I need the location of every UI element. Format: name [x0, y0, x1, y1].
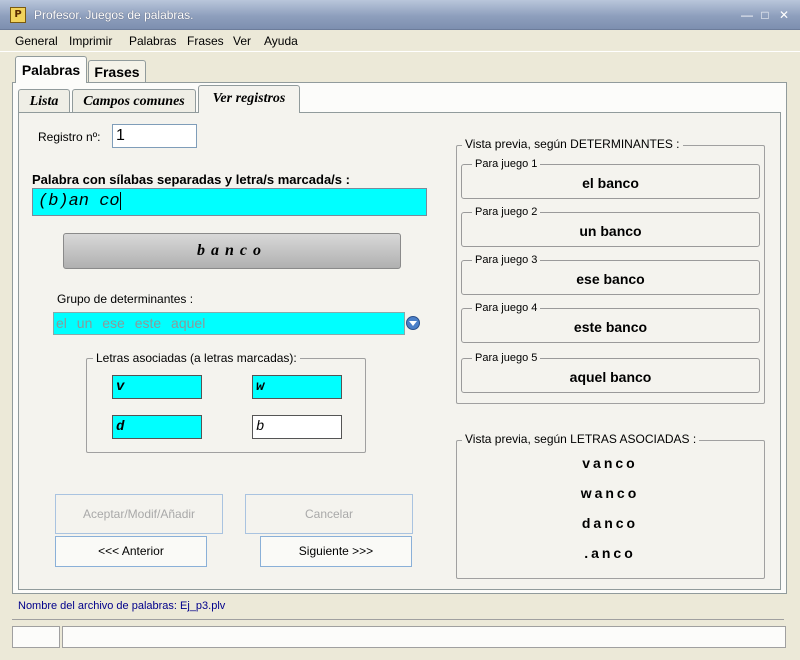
text-cursor [119, 191, 121, 210]
registro-input[interactable]: 1 [112, 124, 197, 148]
preview-letras-item: wanco [580, 485, 640, 501]
preview-det-legend: Vista previa, según DETERMINANTES : [462, 137, 683, 151]
menu-ayuda[interactable]: Ayuda [264, 34, 298, 48]
preview-letras-item: .anco [584, 545, 636, 561]
dropdown-arrow-icon[interactable] [405, 314, 421, 332]
letra-field-1[interactable]: v [112, 375, 202, 399]
grupo-label: Grupo de determinantes : [57, 292, 194, 306]
aceptar-button[interactable]: Aceptar/Modif/Añadir [55, 494, 223, 534]
palabra-label: Palabra con sílabas separadas y letra/s … [32, 172, 350, 187]
preview-letras-legend: Vista previa, según LETRAS ASOCIADAS : [462, 432, 700, 446]
letra-field-4[interactable]: b [252, 415, 342, 439]
title-bar: P Profesor. Juegos de palabras. — □ ✕ [0, 0, 800, 30]
menu-bar: General Imprimir Palabras Frases Ver Ayu… [0, 30, 800, 52]
tab-frases[interactable]: Frases [88, 60, 146, 82]
status-pane-2 [62, 626, 786, 648]
preview-letras-item: danco [581, 515, 639, 531]
menu-palabras[interactable]: Palabras [129, 34, 176, 48]
letra-field-2[interactable]: w [252, 375, 342, 399]
subtab-ver-registros[interactable]: Ver registros [198, 85, 300, 113]
preview-det-label: Para juego 5 [472, 352, 541, 364]
cancelar-button[interactable]: Cancelar [245, 494, 413, 534]
letras-legend: Letras asociadas (a letras marcadas): [93, 351, 300, 365]
subtab-lista[interactable]: Lista [18, 89, 70, 113]
preview-det-label: Para juego 2 [472, 206, 541, 218]
anterior-button[interactable]: <<< Anterior [55, 536, 207, 567]
preview-det-label: Para juego 3 [472, 254, 541, 266]
letra-field-3[interactable]: d [112, 415, 202, 439]
menu-ver[interactable]: Ver [233, 34, 251, 48]
tab-palabras[interactable]: Palabras [15, 56, 87, 83]
minimize-icon[interactable]: — [738, 7, 756, 23]
menu-general[interactable]: General [15, 34, 58, 48]
preview-det-label: Para juego 4 [472, 302, 541, 314]
palabra-input[interactable]: (b)an co [32, 188, 427, 216]
status-pane-1 [12, 626, 60, 648]
app-icon: P [10, 7, 26, 23]
close-icon[interactable]: ✕ [775, 7, 793, 23]
status-divider [12, 598, 784, 620]
siguiente-button[interactable]: Siguiente >>> [260, 536, 412, 567]
palabra-value: (b)an co [38, 192, 120, 211]
subtab-campos-comunes[interactable]: Campos comunes [72, 89, 196, 113]
registro-label: Registro nº: [38, 130, 101, 144]
maximize-icon[interactable]: □ [756, 7, 774, 23]
word-display: banco [63, 233, 401, 269]
preview-det-label: Para juego 1 [472, 158, 541, 170]
menu-frases[interactable]: Frases [187, 34, 224, 48]
grupo-select[interactable]: el un ese este aquel [53, 312, 405, 335]
preview-letras-item: vanco [582, 455, 638, 471]
window-title: Profesor. Juegos de palabras. [34, 8, 194, 22]
menu-imprimir[interactable]: Imprimir [69, 34, 112, 48]
